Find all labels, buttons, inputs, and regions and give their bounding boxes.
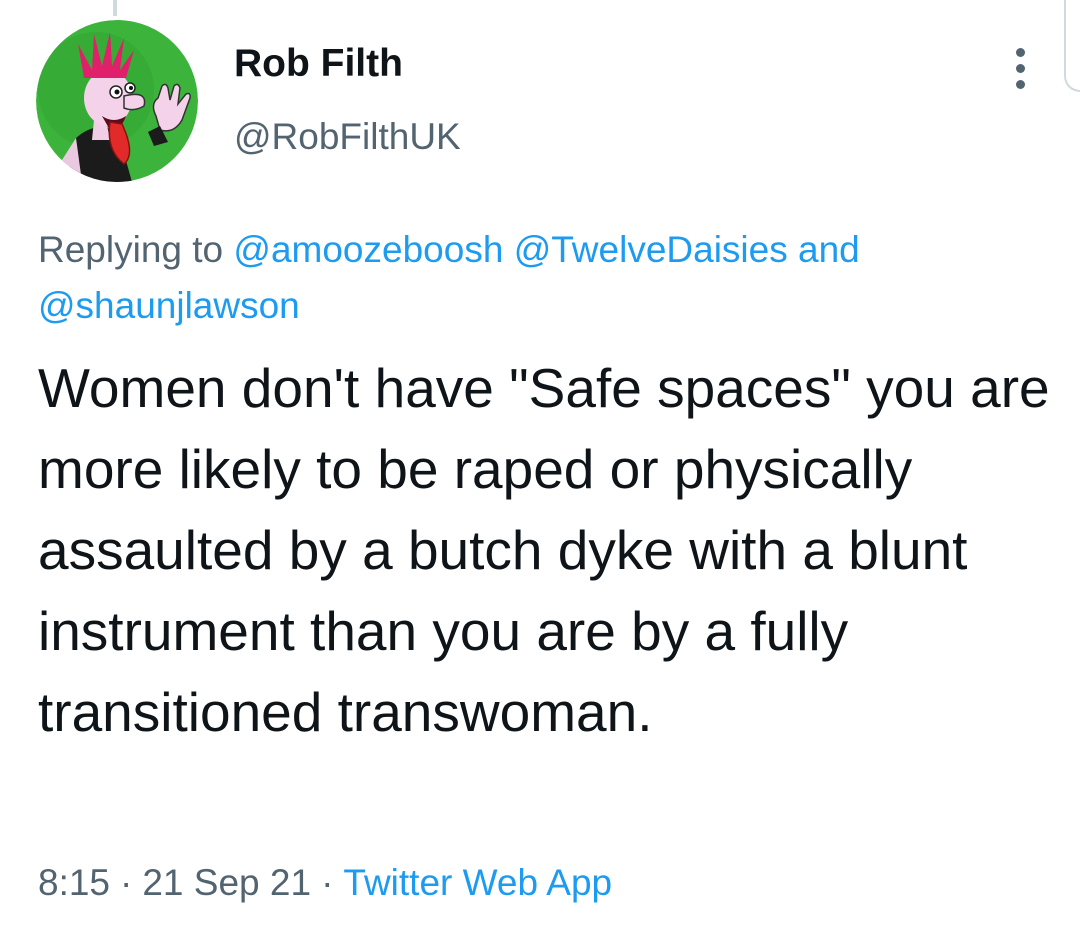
more-vertical-icon — [1015, 79, 1025, 89]
tweet-date[interactable]: 21 Sep 21 — [142, 862, 311, 903]
meta-separator: · — [321, 862, 334, 903]
more-vertical-icon — [1015, 63, 1025, 73]
replying-to-label: Replying to — [38, 229, 224, 270]
thread-connector-line — [113, 0, 117, 16]
tweet-source-link[interactable]: Twitter Web App — [343, 862, 612, 903]
panel-edge — [1064, 0, 1080, 92]
author-display-name[interactable]: Rob Filth — [234, 42, 403, 86]
mention-link[interactable]: @shaunjlawson — [38, 285, 300, 326]
avatar[interactable] — [36, 20, 198, 182]
mention-link[interactable]: @TwelveDaisies — [514, 229, 788, 270]
more-vertical-icon — [1015, 47, 1025, 57]
others-conjunction[interactable]: and — [798, 229, 860, 270]
reply-context: Replying to @amoozeboosh @TwelveDaisies … — [38, 222, 1038, 334]
meta-separator: · — [120, 862, 133, 903]
tweet-metadata: 8:15 · 21 Sep 21 · Twitter Web App — [38, 862, 612, 904]
tweet-text: Women don't have "Safe spaces" you are m… — [38, 357, 1050, 743]
more-options-button[interactable] — [1002, 40, 1038, 96]
mention-link[interactable]: @amoozeboosh — [233, 229, 503, 270]
tweet-time[interactable]: 8:15 — [38, 862, 110, 903]
author-handle[interactable]: @RobFilthUK — [234, 116, 461, 158]
punk-cartoon-avatar-icon — [36, 20, 198, 182]
